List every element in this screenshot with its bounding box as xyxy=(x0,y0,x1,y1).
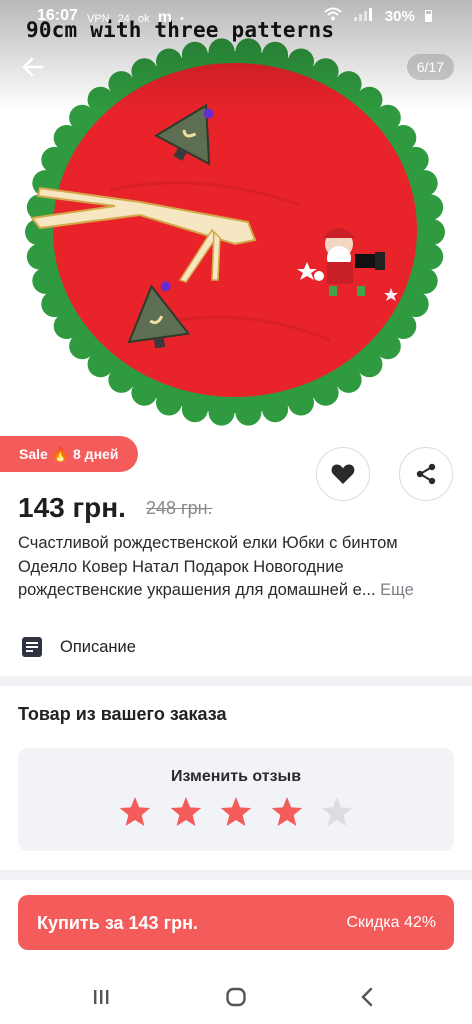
title-line-2: Одеяло Ковер Натал Подарок Новогодние xyxy=(18,557,344,576)
edit-review-label: Изменить отзыв xyxy=(170,768,302,785)
document-icon xyxy=(22,637,42,657)
star-filled-icon[interactable] xyxy=(169,796,203,830)
m-icon: m xyxy=(157,9,172,26)
ok-icon: ok xyxy=(138,13,150,25)
arrow-left-icon xyxy=(22,57,44,77)
star-filled-icon[interactable] xyxy=(270,796,304,830)
title-line-1: Счастливой рождественской елки Юбки с би… xyxy=(18,534,398,552)
chevron-left-icon xyxy=(361,987,373,1007)
buy-button[interactable]: Купить за 143 грн. Скидка 42% xyxy=(18,895,454,950)
sale-badge: Sale 🔥 8 дней xyxy=(0,436,138,472)
star-filled-icon[interactable] xyxy=(219,796,253,830)
more-link[interactable]: Еще xyxy=(380,581,414,599)
battery-icon xyxy=(425,10,432,22)
section-divider-2 xyxy=(0,870,472,880)
recent-apps-button[interactable] xyxy=(86,982,116,1012)
battery-level: 30% xyxy=(384,8,415,25)
signal-icon xyxy=(353,7,375,25)
home-icon xyxy=(226,987,246,1007)
heart-icon xyxy=(331,464,355,484)
star-filled-icon[interactable] xyxy=(118,796,152,830)
vpn-icon: VPN xyxy=(87,13,110,25)
product-image-gallery[interactable]: 90cm with three patterns xyxy=(0,0,472,440)
calendar-24-icon: 24 xyxy=(117,13,130,25)
favorite-button[interactable] xyxy=(316,447,370,501)
discount-label: Скидка 42% xyxy=(346,914,436,931)
title-line-3-text: рождественские украшения для домашней е.… xyxy=(18,581,376,599)
order-section-title: Товар из вашего заказа xyxy=(18,704,227,724)
section-divider xyxy=(0,676,472,686)
old-price: 248 грн. xyxy=(146,498,213,518)
back-button[interactable] xyxy=(18,52,48,82)
system-back-button[interactable] xyxy=(352,982,382,1012)
share-icon xyxy=(416,463,436,485)
title-line-3: рождественские украшения для домашней е.… xyxy=(18,579,458,603)
status-time: 16:07 xyxy=(37,7,78,24)
status-left-icons: VPN 24 ok m • xyxy=(87,9,189,27)
current-price: 143 грн. xyxy=(18,492,126,523)
product-title[interactable]: Счастливой рождественской елки Юбки с би… xyxy=(18,532,458,603)
description-label: Описание xyxy=(60,638,136,656)
status-bar: 16:07 VPN 24 ok m • 30% xyxy=(0,4,472,30)
share-button[interactable] xyxy=(399,447,453,501)
description-row[interactable]: Описание xyxy=(18,630,458,664)
system-nav-bar xyxy=(0,968,472,1024)
star-empty-icon[interactable] xyxy=(320,796,354,830)
status-right-icons: 30% xyxy=(318,7,432,25)
recent-apps-icon xyxy=(94,990,109,1004)
image-page-counter: 6/17 xyxy=(406,54,454,80)
wifi-icon xyxy=(324,7,343,25)
buy-button-label: Купить за 143 грн. xyxy=(37,913,198,933)
review-card: Изменить отзыв xyxy=(18,748,454,851)
dot-icon: • xyxy=(179,13,184,25)
home-button[interactable] xyxy=(221,982,251,1012)
